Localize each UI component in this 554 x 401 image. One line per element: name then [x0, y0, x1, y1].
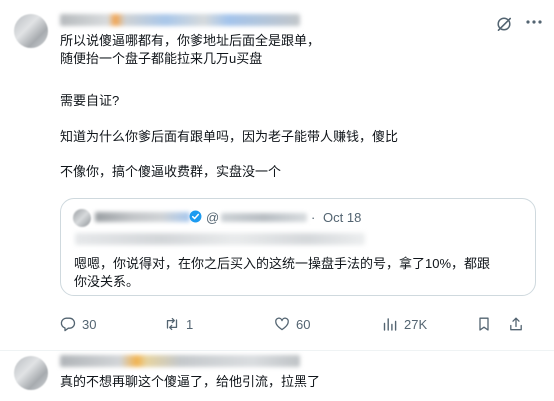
views-button[interactable]: 27K — [382, 314, 427, 334]
share-icon — [510, 317, 522, 331]
more-icon[interactable] — [523, 14, 545, 30]
share-button[interactable] — [508, 314, 530, 334]
like-icon — [275, 317, 289, 331]
views-count: 27K — [404, 316, 428, 332]
separator-dot: · — [311, 210, 316, 225]
author-name-blurred[interactable] — [60, 14, 300, 26]
tweet-text-line: 所以说傻逼哪都有，你爹地址后面全是跟单， — [60, 33, 321, 48]
tweet-text-line: 需要自证? — [60, 93, 120, 108]
quoted-text-blurred — [75, 233, 365, 245]
quoted-tweet[interactable]: @ · Oct 18 嗯嗯，你说得对，在你之后买入的这统一操盘手法的号，拿了10… — [60, 198, 536, 296]
quoted-author-avatar — [73, 209, 91, 227]
reply-text: 真的不想再聊这个傻逼了，给他引流，拉黑了 — [60, 374, 321, 389]
author-avatar[interactable] — [14, 14, 48, 48]
reply-author-name-blurred[interactable] — [60, 355, 300, 367]
reply-icon — [60, 317, 76, 332]
reply-author-avatar[interactable] — [14, 356, 48, 390]
quoted-author-name-blurred — [95, 212, 190, 222]
tweet-text-line: 随便抬一个盘子都能拉来几万u买盘 — [60, 51, 263, 66]
views-icon — [383, 318, 397, 331]
quoted-date[interactable]: Oct 18 — [323, 210, 361, 225]
quoted-text-line: 你没关系。 — [74, 274, 140, 289]
retweet-count: 1 — [186, 316, 194, 332]
retweet-icon — [166, 317, 178, 331]
verified-icon — [189, 210, 202, 223]
quoted-handle-blurred — [221, 213, 307, 222]
grok-icon[interactable] — [496, 16, 512, 32]
tweet-text-line: 知道为什么你爹后面有跟单吗，因为老子能带人赚钱，傻比 — [60, 129, 399, 144]
tweet-actions: 30 1 60 27K — [60, 314, 540, 334]
reply-count: 30 — [82, 316, 97, 332]
like-button[interactable]: 60 — [274, 314, 310, 334]
reply-button[interactable]: 30 — [60, 314, 96, 334]
quoted-handle-prefix: @ — [206, 210, 220, 225]
quoted-text-line: 嗯嗯，你说得对，在你之后买入的这统一操盘手法的号，拿了10%，都跟 — [74, 256, 491, 271]
like-count: 60 — [296, 316, 311, 332]
bookmark-icon — [479, 317, 489, 331]
bookmark-button[interactable] — [476, 314, 498, 334]
retweet-button[interactable]: 1 — [164, 314, 193, 334]
tweet-text-line: 不像你，搞个傻逼收费群，实盘没一个 — [60, 164, 282, 179]
tweet: 所以说傻逼哪都有，你爹地址后面全是跟单， 随便抬一个盘子都能拉来几万u买盘 需要… — [0, 0, 554, 351]
